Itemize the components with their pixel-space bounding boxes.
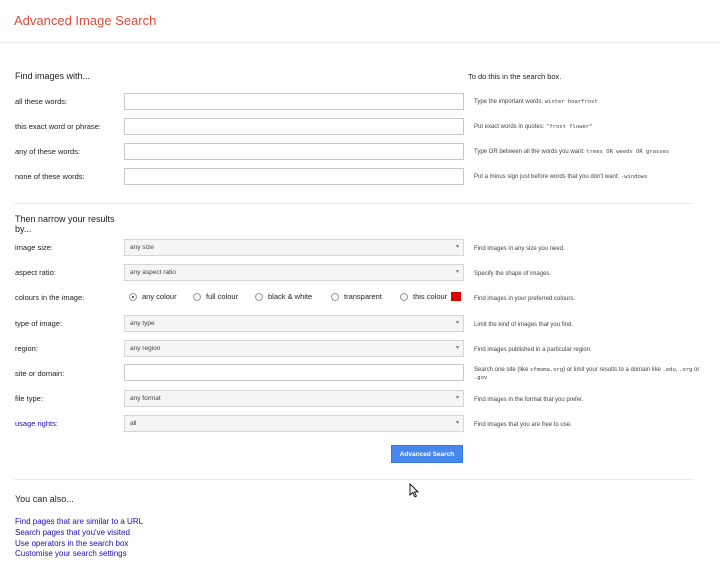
file-type-select[interactable]: any format ▾ (124, 390, 464, 407)
advanced-search-button[interactable]: Advanced Search (391, 445, 463, 463)
page-title: Advanced Image Search (14, 13, 157, 28)
section-divider (14, 203, 694, 204)
colour-swatch[interactable] (451, 292, 461, 301)
radio-icon (331, 292, 339, 301)
site-domain-input[interactable] (124, 364, 464, 381)
section-divider (14, 479, 694, 480)
page-header: Advanced Image Search (0, 0, 720, 43)
colour-radio-bw[interactable]: black & white (255, 292, 312, 301)
none-words-hint: Put a minus sign just before words that … (474, 174, 648, 180)
type-of-image-hint: Limit the kind of images that you find. (474, 322, 574, 328)
aspect-ratio-hint: Specify the shape of images. (474, 271, 552, 277)
file-type-label: file type: (15, 394, 43, 403)
colour-radio-full[interactable]: full colour (193, 292, 238, 301)
dropdown-arrow-icon: ▾ (455, 395, 459, 401)
region-label: region: (15, 344, 38, 353)
dropdown-arrow-icon: ▾ (455, 345, 459, 351)
colour-radio-any[interactable]: any colour (129, 292, 177, 301)
aspect-ratio-label: aspect ratio: (15, 268, 56, 277)
usage-rights-link[interactable]: usage rights: (15, 419, 58, 428)
colour-radio-transparent[interactable]: transparent (331, 292, 382, 301)
similar-url-link[interactable]: Find pages that are similar to a URL (15, 517, 143, 526)
hint-column-header: To do this in the search box. (468, 72, 562, 81)
none-words-input[interactable] (124, 168, 464, 185)
all-words-label: all these words: (15, 97, 68, 106)
type-of-image-select[interactable]: any type ▾ (124, 315, 464, 332)
radio-selected-icon (129, 292, 137, 301)
none-words-label: none of these words: (15, 172, 85, 181)
colour-radio-this[interactable]: this colour (400, 292, 447, 301)
any-words-input[interactable] (124, 143, 464, 160)
site-domain-label: site or domain: (15, 369, 65, 378)
usage-rights-select[interactable]: all ▾ (124, 415, 464, 432)
narrow-section-title: Then narrow your results by... (15, 214, 115, 234)
site-domain-hint: Search one site (like sfmoma.org) or lim… (474, 367, 700, 381)
dropdown-arrow-icon: ▾ (455, 244, 459, 250)
radio-icon (255, 292, 263, 301)
image-size-select[interactable]: any size ▾ (124, 239, 464, 256)
mouse-cursor-icon (409, 483, 420, 498)
region-hint: Find images published in a particular re… (474, 347, 592, 353)
all-words-hint: Type the important words: winter hoarfro… (474, 99, 598, 105)
radio-icon (400, 292, 408, 301)
search-settings-link[interactable]: Customise your search settings (15, 549, 127, 558)
all-words-input[interactable] (124, 93, 464, 110)
dropdown-arrow-icon: ▾ (455, 420, 459, 426)
region-select[interactable]: any region ▾ (124, 340, 464, 357)
exact-phrase-hint: Put exact words in quotes: "frost flower… (474, 124, 593, 130)
type-of-image-label: type of image: (15, 319, 63, 328)
aspect-ratio-select[interactable]: any aspect ratio ▾ (124, 264, 464, 281)
find-section-title: Find images with... (15, 71, 91, 81)
any-words-hint: Type OR between all the words you want: … (474, 149, 670, 155)
dropdown-arrow-icon: ▾ (455, 320, 459, 326)
image-size-label: image size: (15, 243, 53, 252)
colours-hint: Find images in your preferred colours. (474, 296, 576, 302)
exact-phrase-input[interactable] (124, 118, 464, 135)
exact-phrase-label: this exact word or phrase: (15, 122, 101, 131)
usage-rights-hint: Find images that you are free to use. (474, 422, 572, 428)
image-size-hint: Find images in any size you need. (474, 246, 565, 252)
also-section-title: You can also... (15, 494, 74, 504)
any-words-label: any of these words: (15, 147, 81, 156)
operators-link[interactable]: Use operators in the search box (15, 539, 128, 548)
colours-label: colours in the image: (15, 293, 85, 302)
dropdown-arrow-icon: ▾ (455, 269, 459, 275)
radio-icon (193, 292, 201, 301)
file-type-hint: Find images in the format that you prefe… (474, 397, 584, 403)
visited-pages-link[interactable]: Search pages that you've visited (15, 528, 130, 537)
